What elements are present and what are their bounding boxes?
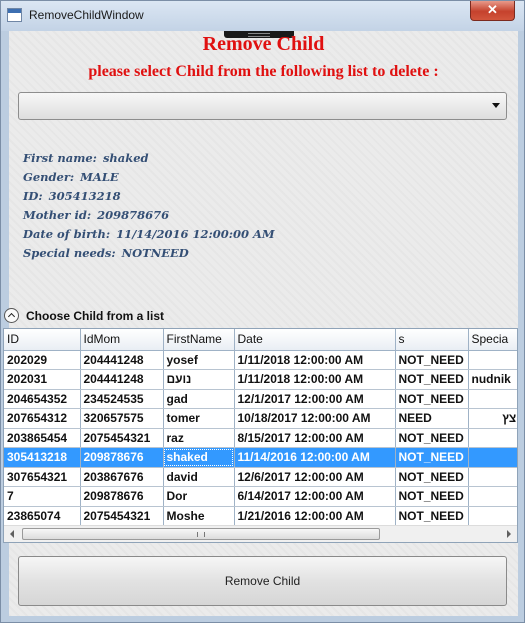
- cell-special[interactable]: [468, 467, 517, 487]
- remove-child-window: RemoveChildWindow ✕ Remove Child please …: [0, 0, 525, 623]
- cell-idmom[interactable]: 209878676: [80, 486, 164, 507]
- children-data-grid[interactable]: ID IdMom FirstName Date s Specia 202029 2…: [3, 328, 518, 543]
- chevron-up-icon[interactable]: [4, 308, 19, 323]
- cell-firstname[interactable]: tomer: [163, 408, 235, 429]
- cell-firstname[interactable]: gad: [163, 389, 235, 409]
- detail-date-of-birth: Date of birth: 11/14/2016 12:00:00 AM: [23, 227, 275, 241]
- child-details-panel: First name: shaked Gender: MALE ID: 3054132…: [23, 151, 275, 265]
- remove-child-button[interactable]: Remove Child: [18, 556, 507, 606]
- cell-date[interactable]: 6/14/2017 12:00:00 AM: [234, 486, 396, 507]
- cell-special[interactable]: [468, 447, 517, 468]
- cell-firstname[interactable]: shaked: [163, 447, 235, 468]
- cell-date[interactable]: 1/11/2018 12:00:00 AM: [234, 369, 396, 390]
- detail-special-needs: Special needs: NOTNEED: [23, 246, 189, 260]
- table-row[interactable]: 207654312 320657575 tomer 10/18/2017 12:00:…: [4, 408, 517, 429]
- child-select-dropdown[interactable]: [18, 92, 507, 120]
- cell-s[interactable]: NOT_NEED: [395, 467, 469, 487]
- cell-id[interactable]: 207654312: [4, 408, 81, 429]
- cell-firstname[interactable]: raz: [163, 428, 235, 448]
- cell-idmom[interactable]: 320657575: [80, 408, 164, 429]
- cell-id[interactable]: 202031: [4, 369, 81, 390]
- cell-idmom[interactable]: 209878676: [80, 447, 164, 468]
- column-header-firstname[interactable]: FirstName: [163, 329, 235, 351]
- title-bar[interactable]: RemoveChildWindow ✕: [1, 1, 524, 31]
- cell-special[interactable]: [468, 350, 517, 370]
- column-header-special[interactable]: Specia: [468, 329, 517, 351]
- cell-firstname[interactable]: david: [163, 467, 235, 487]
- column-header-id[interactable]: ID: [4, 329, 81, 351]
- cell-date[interactable]: 11/14/2016 12:00:00 AM: [234, 447, 396, 468]
- window-title: RemoveChildWindow: [29, 8, 144, 22]
- table-row[interactable]: 7 209878676 Dor 6/14/2017 12:00:00 AM NOT_NE…: [4, 486, 517, 507]
- detail-mother-id: Mother id: 209878676: [23, 208, 170, 222]
- cell-id[interactable]: 305413218: [4, 447, 81, 468]
- table-row[interactable]: 204654352 234524535 gad 12/1/2017 12:00:00 …: [4, 389, 517, 409]
- detail-id: ID: 305413218: [23, 189, 121, 203]
- cell-special[interactable]: [468, 486, 517, 507]
- table-row[interactable]: 307654321 203867676 david 12/6/2017 12:00:0…: [4, 467, 517, 487]
- detail-gender: Gender: MALE: [23, 170, 119, 184]
- page-subtitle: please select Child from the following l…: [88, 63, 439, 80]
- table-row[interactable]: 202029 204441248 yosef 1/11/2018 12:00:00 A…: [4, 350, 517, 370]
- table-row-selected[interactable]: 305413218 209878676 shaked 11/14/2016 12:00…: [4, 447, 517, 468]
- cell-s[interactable]: NOT_NEED: [395, 506, 469, 526]
- horizontal-scrollbar[interactable]: [4, 525, 517, 542]
- cell-date[interactable]: 8/15/2017 12:00:00 AM: [234, 428, 396, 448]
- scroll-right-icon[interactable]: [500, 526, 517, 542]
- cell-firstname[interactable]: נועם: [163, 369, 235, 390]
- table-header-row: ID IdMom FirstName Date s Specia: [4, 329, 517, 351]
- cell-date[interactable]: 1/11/2018 12:00:00 AM: [234, 350, 396, 370]
- cell-date[interactable]: 10/18/2017 12:00:00 AM: [234, 408, 396, 429]
- column-header-s[interactable]: s: [395, 329, 469, 351]
- cell-special[interactable]: [468, 506, 517, 526]
- cell-idmom[interactable]: 2075454321: [80, 428, 164, 448]
- expander-label: Choose Child from a list: [26, 309, 165, 323]
- cell-date[interactable]: 12/6/2017 12:00:00 AM: [234, 467, 396, 487]
- cell-firstname[interactable]: Dor: [163, 486, 235, 507]
- window-app-icon: [7, 8, 22, 22]
- cell-firstname[interactable]: yosef: [163, 350, 235, 370]
- table-row[interactable]: 203865454 2075454321 raz 8/15/2017 12:00:00…: [4, 428, 517, 448]
- cell-s[interactable]: NOT_NEED: [395, 389, 469, 409]
- cell-idmom[interactable]: 204441248: [80, 350, 164, 370]
- cell-special[interactable]: ם מוצץ: [468, 408, 517, 429]
- cell-s[interactable]: NOT_NEED: [395, 428, 469, 448]
- cell-firstname[interactable]: Moshe: [163, 506, 235, 526]
- cell-id[interactable]: 7: [4, 486, 81, 507]
- column-header-idmom[interactable]: IdMom: [80, 329, 164, 351]
- cell-idmom[interactable]: 203867676: [80, 467, 164, 487]
- cell-s[interactable]: NEED: [395, 408, 469, 429]
- cell-id[interactable]: 307654321: [4, 467, 81, 487]
- cell-date[interactable]: 1/21/2016 12:00:00 AM: [234, 506, 396, 526]
- cell-id[interactable]: 23865074: [4, 506, 81, 526]
- cell-special[interactable]: nudnik: [468, 369, 517, 390]
- cell-id[interactable]: 203865454: [4, 428, 81, 448]
- cell-s[interactable]: NOT_NEED: [395, 350, 469, 370]
- cell-special[interactable]: [468, 428, 517, 448]
- scrollbar-thumb[interactable]: [22, 528, 380, 540]
- cell-idmom[interactable]: 204441248: [80, 369, 164, 390]
- chevron-down-icon[interactable]: [492, 103, 500, 108]
- cell-special[interactable]: [468, 389, 517, 409]
- cell-s[interactable]: NOT_NEED: [395, 447, 469, 468]
- cell-idmom[interactable]: 234524535: [80, 389, 164, 409]
- window-content: Remove Child please select Child from th…: [3, 31, 518, 616]
- close-button[interactable]: ✕: [470, 1, 515, 21]
- page-title: Remove Child: [202, 33, 325, 55]
- table-row[interactable]: 202031 204441248 נועם 1/11/2018 12:00:00 AM…: [4, 369, 517, 390]
- cell-date[interactable]: 12/1/2017 12:00:00 AM: [234, 389, 396, 409]
- cell-id[interactable]: 202029: [4, 350, 81, 370]
- scroll-left-icon[interactable]: [4, 526, 21, 542]
- table-row[interactable]: 23865074 2075454321 Moshe 1/21/2016 12:00:0…: [4, 506, 517, 526]
- cell-s[interactable]: NOT_NEED: [395, 369, 469, 390]
- detail-first-name: First name: shaked: [23, 151, 149, 165]
- column-header-date[interactable]: Date: [234, 329, 396, 351]
- cell-s[interactable]: NOT_NEED: [395, 486, 469, 507]
- cell-id[interactable]: 204654352: [4, 389, 81, 409]
- cell-idmom[interactable]: 2075454321: [80, 506, 164, 526]
